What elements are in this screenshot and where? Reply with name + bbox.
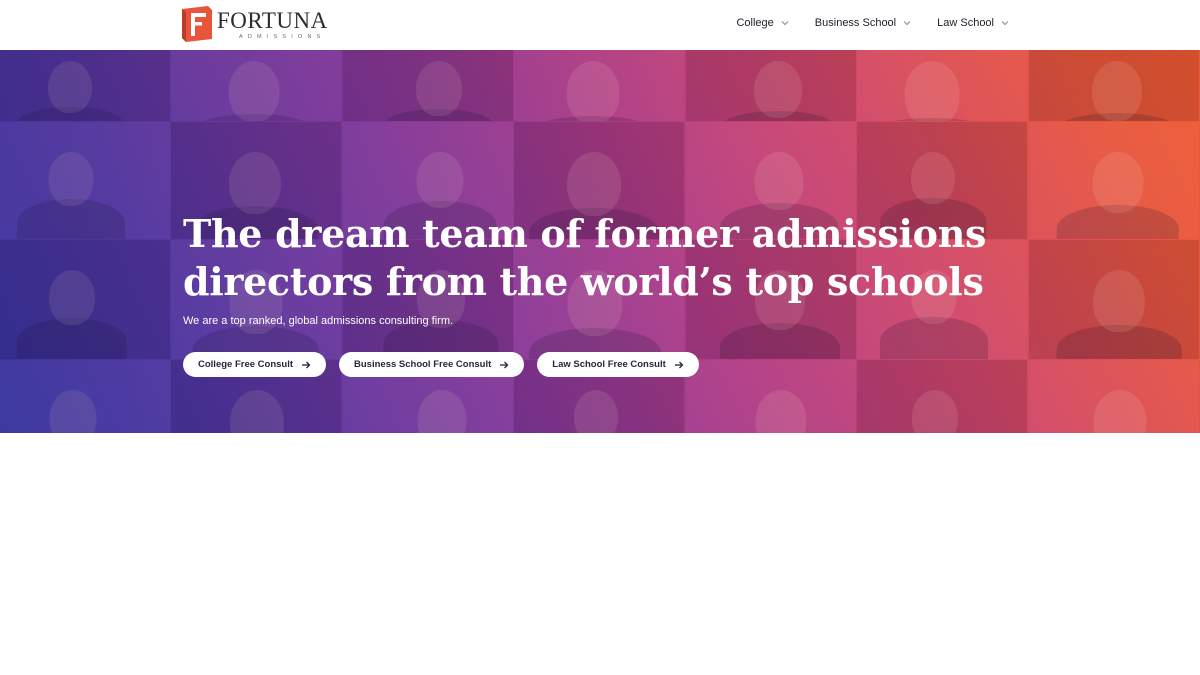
hero-title-line-1: The dream team of former admissions: [183, 211, 987, 256]
button-label: Business School Free Consult: [354, 359, 492, 370]
site-header: FORTUNA ADMISSIONS College Business Scho…: [0, 0, 1200, 50]
button-label: Law School Free Consult: [552, 359, 666, 370]
main-nav: College Business School Law School: [736, 17, 1010, 29]
nav-item-label: Law School: [937, 17, 994, 29]
nav-item-college[interactable]: College: [736, 17, 789, 29]
hero-title: The dream team of former admissions dire…: [183, 210, 1003, 306]
nav-item-business-school[interactable]: Business School: [815, 17, 912, 29]
arrow-right-icon: [301, 360, 311, 370]
button-label: College Free Consult: [198, 359, 294, 370]
brand-name: FORTUNA: [217, 7, 328, 33]
hero-subtitle: We are a top ranked, global admissions c…: [183, 315, 454, 327]
fortuna-logo[interactable]: FORTUNA ADMISSIONS: [182, 6, 328, 42]
brand-tagline: ADMISSIONS: [239, 33, 326, 40]
hero-title-line-2: directors from the world’s top schools: [183, 259, 984, 304]
college-consult-button[interactable]: College Free Consult: [183, 352, 327, 377]
fortuna-logo-icon: [182, 6, 212, 42]
logo-wordmark: FORTUNA ADMISSIONS: [217, 7, 328, 40]
chevron-down-icon: [1000, 18, 1010, 28]
nav-item-law-school[interactable]: Law School: [937, 17, 1010, 29]
chevron-down-icon: [780, 18, 790, 28]
consult-buttons: College Free Consult Business School Fre…: [183, 352, 699, 377]
business-school-consult-button[interactable]: Business School Free Consult: [339, 352, 525, 377]
nav-item-label: College: [736, 17, 774, 29]
nav-item-label: Business School: [814, 17, 897, 29]
law-school-consult-button[interactable]: Law School Free Consult: [537, 352, 699, 377]
hero-section: The dream team of former admissions dire…: [0, 50, 1200, 433]
arrow-right-icon: [499, 360, 509, 370]
chevron-down-icon: [902, 18, 912, 28]
arrow-right-icon: [674, 360, 684, 370]
